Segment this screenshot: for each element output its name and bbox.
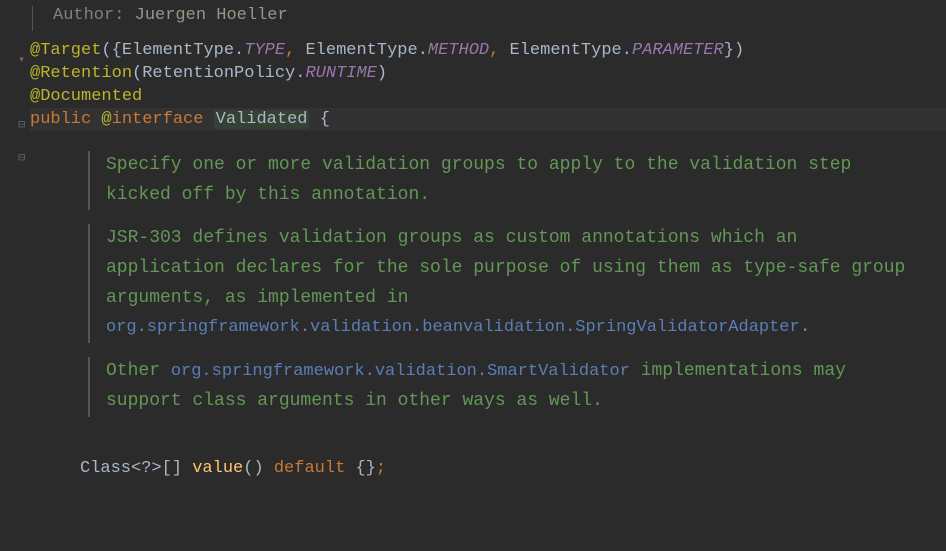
class-name-highlight: Validated <box>214 110 310 129</box>
javadoc-code-ref: org.springframework.validation.beanvalid… <box>106 318 800 337</box>
code-line-declaration: public @interface Validated { <box>30 108 946 131</box>
javadoc-block: Specify one or more validation groups to… <box>88 151 946 451</box>
javadoc-code-ref: org.springframework.validation.SmartVali… <box>171 362 630 381</box>
gutter-collapse-icon[interactable]: ⊟ <box>18 150 25 165</box>
author-label: Author: <box>53 6 124 25</box>
javadoc-paragraph: Specify one or more validation groups to… <box>88 151 916 210</box>
gutter-collapse-icon[interactable]: ▾ <box>18 52 25 67</box>
code-line-method: Class<?>[] value() default {}; <box>80 457 946 480</box>
javadoc-paragraph: Other org.springframework.validation.Sma… <box>88 357 916 416</box>
code-line-target: @Target({ElementType.TYPE, ElementType.M… <box>30 39 946 62</box>
author-name: Juergen Hoeller <box>135 6 288 25</box>
javadoc-author: Author: Juergen Hoeller <box>32 6 946 31</box>
editor-gutter: ▾ ⊟ ⊟ <box>0 0 30 551</box>
code-line-retention: @Retention(RetentionPolicy.RUNTIME) <box>30 62 946 85</box>
code-line-documented: @Documented <box>30 85 946 108</box>
javadoc-paragraph: JSR-303 defines validation groups as cus… <box>88 224 916 343</box>
gutter-collapse-icon[interactable]: ⊟ <box>18 117 25 132</box>
code-editor[interactable]: Author: Juergen Hoeller @Target({Element… <box>30 0 946 480</box>
